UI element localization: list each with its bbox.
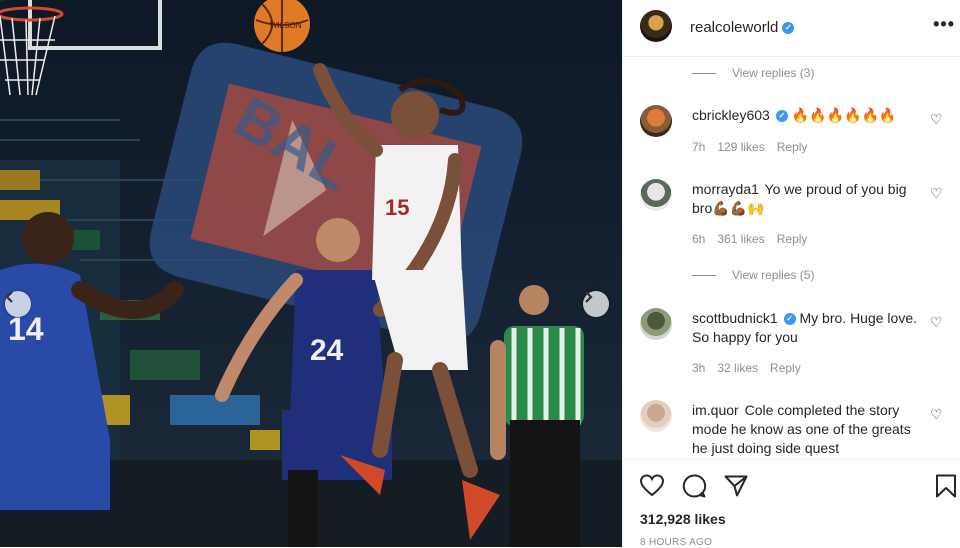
more-options-icon[interactable]: •••: [933, 14, 955, 35]
commenter-username[interactable]: cbrickley603: [692, 107, 770, 123]
bookmark-icon[interactable]: [933, 473, 959, 499]
like-comment-heart-icon[interactable]: ♡: [930, 314, 943, 331]
previous-photo-button[interactable]: [5, 291, 31, 317]
commenter-avatar[interactable]: [640, 400, 672, 432]
comment-icon[interactable]: [681, 473, 707, 499]
comment-time: 3h: [692, 361, 706, 375]
jersey-number-white: 15: [385, 195, 409, 220]
view-replies-label[interactable]: View replies (3): [732, 66, 814, 80]
comment-time: 7h: [692, 140, 706, 154]
like-comment-heart-icon[interactable]: ♡: [930, 406, 943, 423]
commenter-avatar[interactable]: [640, 308, 672, 340]
commenter-username[interactable]: scottbudnick1: [692, 310, 778, 326]
view-replies-link[interactable]: View replies (3): [692, 66, 814, 80]
next-photo-button[interactable]: [583, 291, 609, 317]
commenter-avatar[interactable]: [640, 179, 672, 211]
comment-text-block: im.quor Cole completed the story mode he…: [692, 401, 917, 458]
view-replies-label[interactable]: View replies (5): [732, 268, 814, 282]
comment-text: 🔥🔥🔥🔥🔥🔥: [791, 107, 897, 123]
chevron-left-icon: [5, 291, 13, 303]
comment-meta: 7h 129 likes Reply: [692, 140, 819, 154]
post-side-panel: realcoleworld ✓ ••• View replies (3) cbri…: [622, 0, 960, 548]
author-username[interactable]: realcoleworld ✓: [690, 19, 795, 36]
view-replies-link[interactable]: View replies (5): [692, 268, 814, 282]
post-likes-count[interactable]: 312,928 likes: [640, 511, 726, 527]
heart-icon[interactable]: [639, 473, 665, 499]
comment-likes[interactable]: 129 likes: [717, 140, 764, 154]
reply-button[interactable]: Reply: [770, 361, 801, 375]
verified-badge-icon: ✓: [775, 110, 788, 123]
ball-text: WILSON: [270, 21, 302, 30]
post-actions: [639, 473, 749, 499]
post-timestamp[interactable]: 8 HOURS AGO: [640, 537, 712, 548]
post-footer: 312,928 likes 8 HOURS AGO: [623, 459, 960, 548]
comment-text-block: cbrickley603 ✓ 🔥🔥🔥🔥🔥🔥: [692, 106, 917, 125]
replies-divider-line: [692, 275, 716, 277]
comment-text-block: morrayda1 Yo we proud of you big bro💪🏾💪🏾…: [692, 180, 917, 218]
comment-meta: 3h 32 likes Reply: [692, 361, 813, 375]
comment-meta: 6h 361 likes Reply: [692, 232, 819, 246]
commenter-username[interactable]: morrayda1: [692, 181, 759, 197]
chevron-right-icon: [585, 291, 593, 303]
like-comment-heart-icon[interactable]: ♡: [930, 111, 943, 128]
author-name[interactable]: realcoleworld: [690, 19, 778, 36]
like-comment-heart-icon[interactable]: ♡: [930, 185, 943, 202]
verified-badge-icon: ✓: [782, 22, 795, 35]
commenter-avatar[interactable]: [640, 105, 672, 137]
share-icon[interactable]: [723, 473, 749, 499]
comment-likes[interactable]: 361 likes: [717, 232, 764, 246]
basketball-photo-illustration: BAL WILSON 14 24 15: [0, 0, 622, 547]
reply-button[interactable]: Reply: [777, 232, 808, 246]
comment-likes[interactable]: 32 likes: [717, 361, 758, 375]
comment-text-block: scottbudnick1 ✓ My bro. Huge love. So hap…: [692, 309, 917, 347]
verified-badge-icon: ✓: [783, 313, 796, 326]
post-photo: BAL WILSON 14 24 15: [0, 0, 622, 547]
commenter-username[interactable]: im.quor: [692, 402, 739, 418]
comment-time: 6h: [692, 232, 706, 246]
jersey-number-center: 24: [310, 334, 344, 367]
author-avatar[interactable]: [640, 10, 672, 42]
reply-button[interactable]: Reply: [777, 140, 808, 154]
post-header: realcoleworld ✓ •••: [623, 0, 960, 57]
replies-divider-line: [692, 73, 716, 75]
